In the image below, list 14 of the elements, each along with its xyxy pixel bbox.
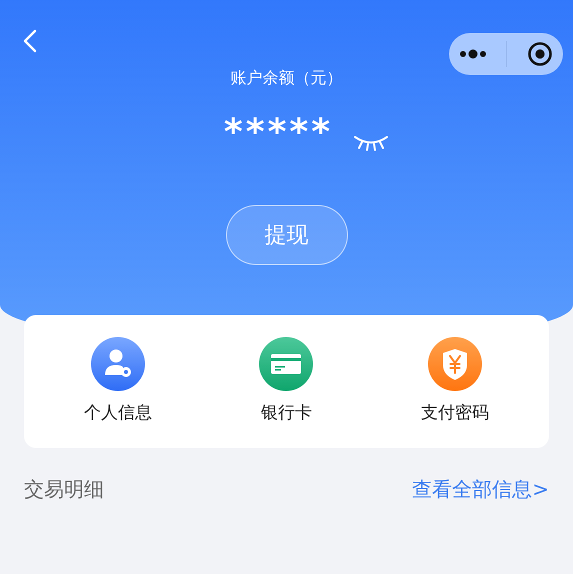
bank-card-icon[interactable] [259, 337, 314, 391]
close-target-icon[interactable] [527, 41, 554, 67]
view-all-link[interactable]: 查看全部信息> [412, 476, 549, 503]
shield-icon[interactable] [428, 337, 482, 391]
balance-title: 账户余额（元） [230, 67, 342, 89]
back-icon[interactable] [22, 29, 38, 53]
shortcut-label[interactable]: 支付密码 [420, 401, 489, 425]
more-icon[interactable] [458, 49, 487, 59]
closed-eye-icon[interactable] [353, 134, 390, 152]
shortcut-label[interactable]: 个人信息 [84, 401, 152, 425]
shortcut-label[interactable]: 银行卡 [260, 401, 312, 425]
user-settings-icon[interactable] [91, 337, 146, 391]
balance-value: ***** [224, 113, 334, 153]
section-title: 交易明细 [24, 476, 104, 503]
